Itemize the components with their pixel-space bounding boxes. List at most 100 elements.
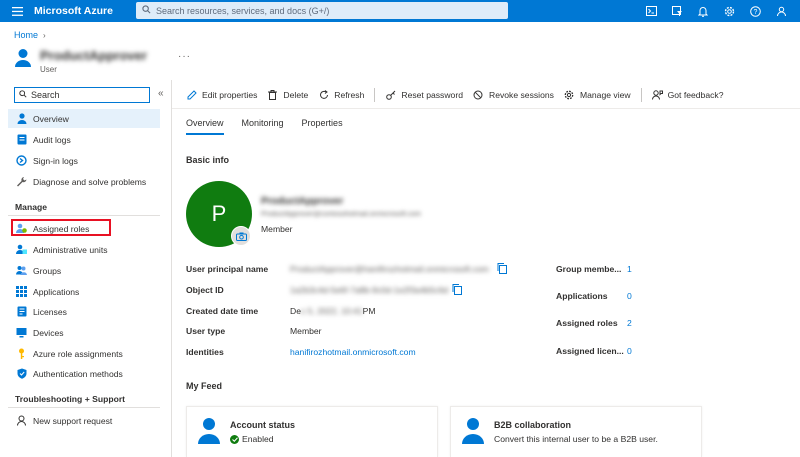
settings-icon[interactable] — [716, 0, 742, 22]
pencil-icon — [186, 90, 197, 101]
block-icon — [473, 90, 484, 101]
licenses-icon — [16, 306, 27, 317]
profile-email: ProductApprover@contosohotmail.onmicroso… — [261, 211, 422, 218]
notifications-icon[interactable] — [690, 0, 716, 22]
upn-label: User principal name — [186, 264, 269, 274]
sidebar-item-label: New support request — [33, 415, 113, 426]
applications-label: Applications — [556, 291, 608, 301]
gear-icon — [564, 90, 575, 101]
sidebar-section-manage: Manage — [15, 202, 47, 212]
sidebar-item-label: Diagnose and solve problems — [33, 176, 147, 187]
sidebar-item-audit-logs[interactable]: Audit logs — [8, 130, 160, 149]
manage-view-label: Manage view — [579, 90, 631, 100]
sidebar-item-label: Groups — [33, 265, 62, 276]
divider — [172, 108, 800, 109]
copy-icon[interactable] — [452, 284, 462, 295]
tab-monitoring[interactable]: Monitoring — [242, 118, 284, 135]
feedback-label: Got feedback? — [667, 90, 724, 100]
copy-icon[interactable] — [497, 263, 507, 274]
user-type-value: Member — [290, 326, 322, 336]
top-bar: Microsoft Azure Search resources, servic… — [0, 0, 800, 22]
assigned-licenses-count[interactable]: 0 — [627, 346, 632, 356]
sidebar-search-input[interactable]: Search — [14, 87, 150, 103]
sidebar-item-label: Audit logs — [33, 134, 71, 145]
toolbar-separator — [640, 88, 642, 102]
directory-filter-icon[interactable] — [664, 0, 690, 22]
b2b-collaboration-card[interactable]: B2B collaboration Convert this internal … — [450, 406, 702, 457]
admin-units-icon — [16, 244, 27, 255]
sidebar-item-groups[interactable]: Groups — [8, 261, 160, 280]
refresh-icon — [318, 90, 329, 101]
group-memberships-label: Group membe... — [556, 264, 622, 274]
reset-password-button[interactable]: Reset password — [385, 90, 463, 101]
page-title: ProductApprover — [40, 48, 147, 63]
applications-icon — [16, 286, 27, 297]
sidebar-item-licenses[interactable]: Licenses — [8, 302, 160, 321]
manage-view-button[interactable]: Manage view — [564, 90, 631, 101]
shield-icon — [16, 368, 27, 379]
breadcrumb-home[interactable]: Home — [14, 30, 38, 40]
sidebar-item-authentication-methods[interactable]: Authentication methods — [8, 364, 160, 383]
feedback-icon[interactable] — [768, 0, 794, 22]
created-prefix: De — [290, 306, 301, 316]
sidebar-item-sign-in-logs[interactable]: Sign-in logs — [8, 151, 160, 170]
delete-button[interactable]: Delete — [267, 90, 308, 101]
sidebar-item-new-support-request[interactable]: New support request — [8, 411, 160, 430]
wrench-icon — [16, 176, 27, 187]
sidebar-item-administrative-units[interactable]: Administrative units — [8, 240, 160, 259]
sidebar-item-label: Sign-in logs — [33, 155, 78, 166]
basic-info-heading: Basic info — [186, 155, 230, 165]
object-id-label: Object ID — [186, 285, 224, 295]
applications-count[interactable]: 0 — [627, 291, 632, 301]
search-icon — [19, 90, 27, 100]
trash-icon — [267, 90, 278, 101]
sidebar-item-diagnose[interactable]: Diagnose and solve problems — [8, 172, 160, 191]
sidebar-item-overview[interactable]: Overview — [8, 109, 160, 128]
tab-overview[interactable]: Overview — [186, 118, 224, 135]
sidebar-item-azure-role-assignments[interactable]: Azure role assignments — [8, 344, 160, 363]
menu-icon[interactable] — [0, 0, 34, 22]
user-type-label: User type — [186, 326, 226, 336]
camera-icon[interactable] — [231, 226, 251, 246]
global-search-placeholder: Search resources, services, and docs (G+… — [156, 5, 330, 16]
sidebar-search-placeholder: Search — [31, 90, 60, 100]
sidebar-divider — [171, 80, 172, 457]
help-icon[interactable]: ? — [742, 0, 768, 22]
sidebar-item-devices[interactable]: Devices — [8, 323, 160, 342]
account-status-card: Account status Enabled — [186, 406, 438, 457]
cloud-shell-icon[interactable] — [638, 0, 664, 22]
edit-properties-button[interactable]: Edit properties — [186, 90, 257, 101]
collapse-sidebar-icon[interactable]: « — [158, 88, 164, 99]
identities-label: Identities — [186, 347, 224, 357]
assigned-roles-count[interactable]: 2 — [627, 318, 632, 328]
toolbar-separator — [374, 88, 376, 102]
breadcrumb: Home › — [14, 30, 46, 40]
groups-icon — [16, 265, 27, 276]
refresh-button[interactable]: Refresh — [318, 90, 364, 101]
revoke-sessions-button[interactable]: Revoke sessions — [473, 90, 554, 101]
brand-name[interactable]: Microsoft Azure — [34, 5, 134, 17]
tab-properties[interactable]: Properties — [302, 118, 343, 135]
command-bar: Edit properties Delete Refresh Reset pas… — [186, 86, 734, 104]
profile-name: ProductApprover — [261, 196, 344, 207]
refresh-label: Refresh — [334, 90, 365, 100]
identities-link[interactable]: hanifirozhotmail.onmicrosoft.com — [290, 347, 416, 357]
object-id-value: 1a2b3c4d-5e6f-7a8b-9c0d-1e2f3a4b5c6d — [290, 285, 449, 295]
card-title: Account status — [230, 420, 296, 430]
upn-value: ProductApprover@hanifirozhotmail.onmicro… — [290, 264, 489, 274]
card-subtitle: Convert this internal user to be a B2B u… — [494, 434, 658, 444]
delete-label: Delete — [283, 90, 309, 100]
sidebar-item-label: Administrative units — [33, 244, 108, 255]
divider — [8, 215, 160, 216]
global-search-input[interactable]: Search resources, services, and docs (G+… — [136, 2, 508, 19]
more-options-icon[interactable]: ··· — [178, 51, 191, 62]
group-memberships-count[interactable]: 1 — [627, 264, 632, 274]
page-subtitle: User — [40, 65, 57, 74]
check-circle-icon — [230, 434, 239, 444]
sidebar-item-label: Authentication methods — [33, 368, 123, 379]
card-title: B2B collaboration — [494, 420, 572, 430]
sidebar-item-applications[interactable]: Applications — [8, 282, 160, 301]
feedback-button[interactable]: Got feedback? — [651, 90, 724, 101]
sidebar-item-label: Devices — [33, 327, 64, 338]
sidebar-item-label: Azure role assignments — [33, 348, 123, 359]
